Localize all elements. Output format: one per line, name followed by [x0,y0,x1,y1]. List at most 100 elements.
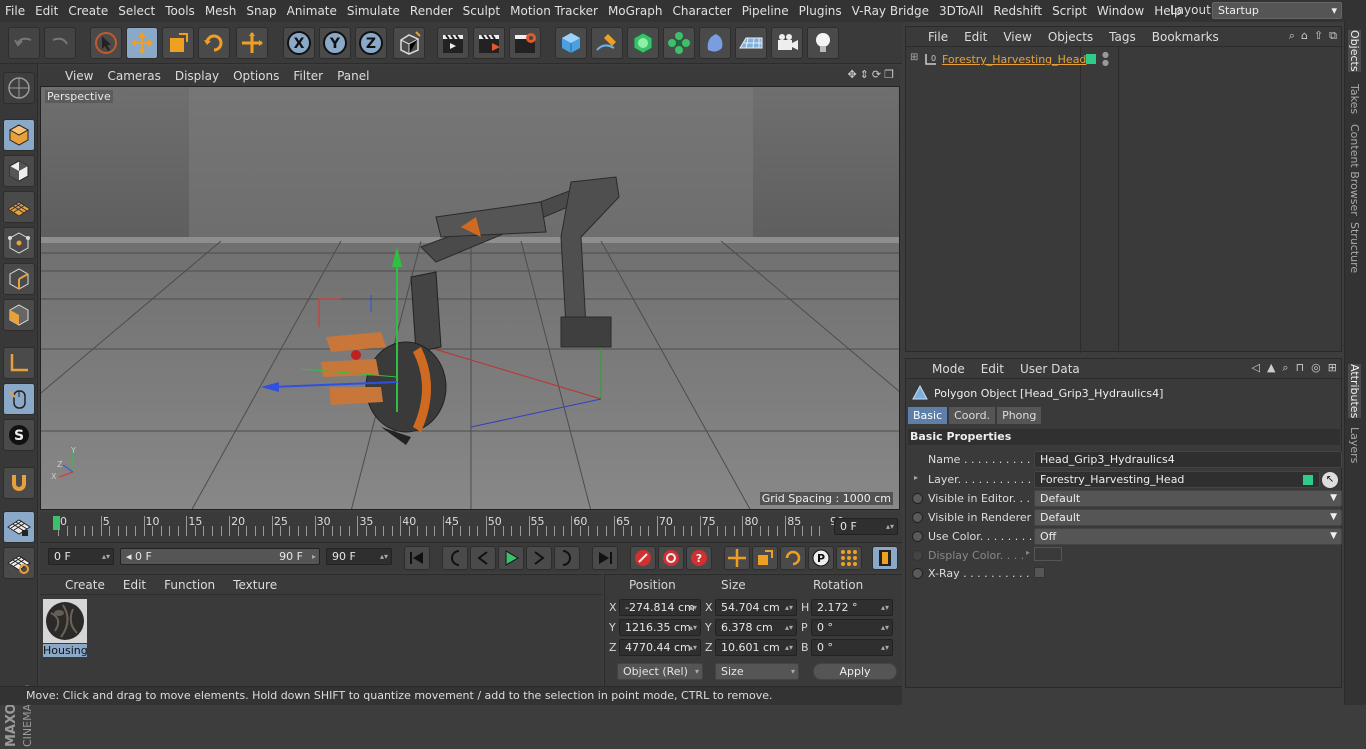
pen-spline-button[interactable] [591,27,623,59]
material-menu-texture[interactable]: Texture [224,578,286,592]
snapping-button[interactable]: S [3,419,35,451]
menu-select[interactable]: Select [113,4,160,18]
coord-size-mode-dropdown[interactable]: Size ▾ [715,663,799,680]
menu-simulate[interactable]: Simulate [342,4,405,18]
rotate-tool-button[interactable] [198,27,230,59]
y-axis-lock-button[interactable]: Y [319,27,351,59]
go-to-start-button[interactable] [404,546,430,570]
menu-motion-tracker[interactable]: Motion Tracker [505,4,603,18]
key-scale-button[interactable] [752,546,778,570]
object-tree-row[interactable]: ⊞ 0 Forestry_Harvesting_Head ● ● [908,51,1342,69]
up-arrow-icon[interactable]: ▲ [1267,361,1275,375]
object-name[interactable]: Forestry_Harvesting_Head [942,53,1086,66]
magnet-button[interactable] [3,467,35,499]
pan-view-icon[interactable]: ✥ [847,68,856,81]
planar-workplane-button[interactable] [3,547,35,579]
layer-color-swatch[interactable] [1086,54,1096,64]
next-key-button[interactable] [554,546,580,570]
transform-tool-button[interactable] [236,27,268,59]
locked-workplane-button[interactable] [3,511,35,543]
coord-size-field[interactable]: 54.704 cm ▴▾ [715,599,797,616]
make-editable-button[interactable] [3,72,35,104]
viewport-menu-options[interactable]: Options [226,69,286,83]
new-view-icon[interactable]: ⧉ [1329,29,1337,43]
viewport-menu-filter[interactable]: Filter [286,69,330,83]
tab-objects[interactable]: Objects [1348,30,1361,72]
z-axis-lock-button[interactable]: Z [355,27,387,59]
object-menu-edit[interactable]: Edit [956,30,995,44]
go-to-end-button[interactable] [592,546,618,570]
viewport-perspective[interactable]: Y X Z Perspective Grid Spacing : 1000 cm [40,86,900,510]
tab-content-browser[interactable]: Content Browser [1348,124,1361,216]
visible-in-editor-dropdown[interactable]: Default ▼ [1034,490,1342,507]
animation-radio-icon[interactable] [912,531,923,542]
coord-pos-field[interactable]: 1216.35 cm ▴▾ [619,619,701,636]
floor-button[interactable] [735,27,767,59]
menu-pipeline[interactable]: Pipeline [737,4,794,18]
tweak-mode-button[interactable] [3,383,35,415]
coord-size-field[interactable]: 6.378 cm ▴▾ [715,619,797,636]
tab-coord[interactable]: Coord. [949,407,996,424]
coord-rot-field[interactable]: 0 ° ▴▾ [811,619,893,636]
menu-redshift[interactable]: Redshift [988,4,1047,18]
timeline-ruler[interactable]: 051015202530354045505560657075808590 0 F… [40,512,902,542]
tab-basic[interactable]: Basic [908,407,948,424]
menu-mesh[interactable]: Mesh [200,4,242,18]
timeline-playhead[interactable] [53,516,60,530]
attribute-menu-mode[interactable]: Mode [924,362,973,376]
frame-range-slider[interactable]: ◂ 0 F 90 F ▸ [120,548,320,565]
keyframe-selection-button[interactable]: ? [686,546,712,570]
menu-create[interactable]: Create [63,4,113,18]
points-mode-button[interactable] [3,227,35,259]
move-tool-button[interactable] [126,27,158,59]
coordinate-system-button[interactable] [393,27,425,59]
object-menu-file[interactable]: File [920,30,956,44]
undo-button[interactable] [8,27,40,59]
menu-snap[interactable]: Snap [241,4,281,18]
coord-pos-field[interactable]: 4770.44 cm ▴▾ [619,639,701,656]
object-menu-view[interactable]: View [995,30,1039,44]
render-picture-viewer-button[interactable] [473,27,505,59]
animation-radio-icon[interactable] [912,493,923,504]
menu-3dtoall[interactable]: 3DToAll [934,4,988,18]
cursor-pick-icon[interactable]: ↖ [1322,472,1338,488]
render-view-button[interactable] [437,27,469,59]
menu-edit[interactable]: Edit [30,4,63,18]
polygons-mode-button[interactable] [3,299,35,331]
render-settings-button[interactable] [509,27,541,59]
current-frame-field[interactable]: 0 F ▴▾ [834,518,898,535]
expand-arrow-icon[interactable]: ▸ [914,473,918,482]
tab-takes[interactable]: Takes [1348,84,1361,114]
previous-frame-button[interactable] [470,546,496,570]
redo-button[interactable] [44,27,76,59]
range-right-arrow[interactable]: ▸ [312,549,316,564]
viewport-menu-display[interactable]: Display [168,69,226,83]
timeline-window-button[interactable] [872,546,898,570]
object-menu-objects[interactable]: Objects [1040,30,1101,44]
menu-vray-bridge[interactable]: V-Ray Bridge [847,4,934,18]
visibility-dots-icon[interactable]: ● ● [1102,51,1109,67]
start-frame-field[interactable]: 0 F ▴▾ [48,548,114,565]
material-menu-edit[interactable]: Edit [114,578,155,592]
lock-icon[interactable]: ⊓ [1296,361,1305,375]
coord-mode-dropdown[interactable]: Object (Rel) ▾ [617,663,703,680]
texture-mode-button[interactable] [3,155,35,187]
apply-button[interactable]: Apply [813,663,897,680]
cube-primitive-button[interactable] [555,27,587,59]
viewport-camera-label[interactable]: Perspective [45,90,113,103]
range-left-arrow[interactable]: ◂ [126,550,132,563]
viewport-menu-view[interactable]: View [58,69,100,83]
subdivision-surface-button[interactable] [627,27,659,59]
target-icon[interactable]: ◎ [1311,361,1321,375]
menu-animate[interactable]: Animate [282,4,342,18]
orbit-view-icon[interactable]: ⟳ [872,68,881,81]
viewport-menu-panel[interactable]: Panel [330,69,376,83]
key-rotation-button[interactable] [780,546,806,570]
menu-file[interactable]: File [0,4,30,18]
xray-checkbox[interactable] [1034,567,1045,578]
viewport-menu-cameras[interactable]: Cameras [100,69,167,83]
menu-mograph[interactable]: MoGraph [603,4,668,18]
material-menu-create[interactable]: Create [56,578,114,592]
material-menu-function[interactable]: Function [155,578,224,592]
key-position-button[interactable] [724,546,750,570]
